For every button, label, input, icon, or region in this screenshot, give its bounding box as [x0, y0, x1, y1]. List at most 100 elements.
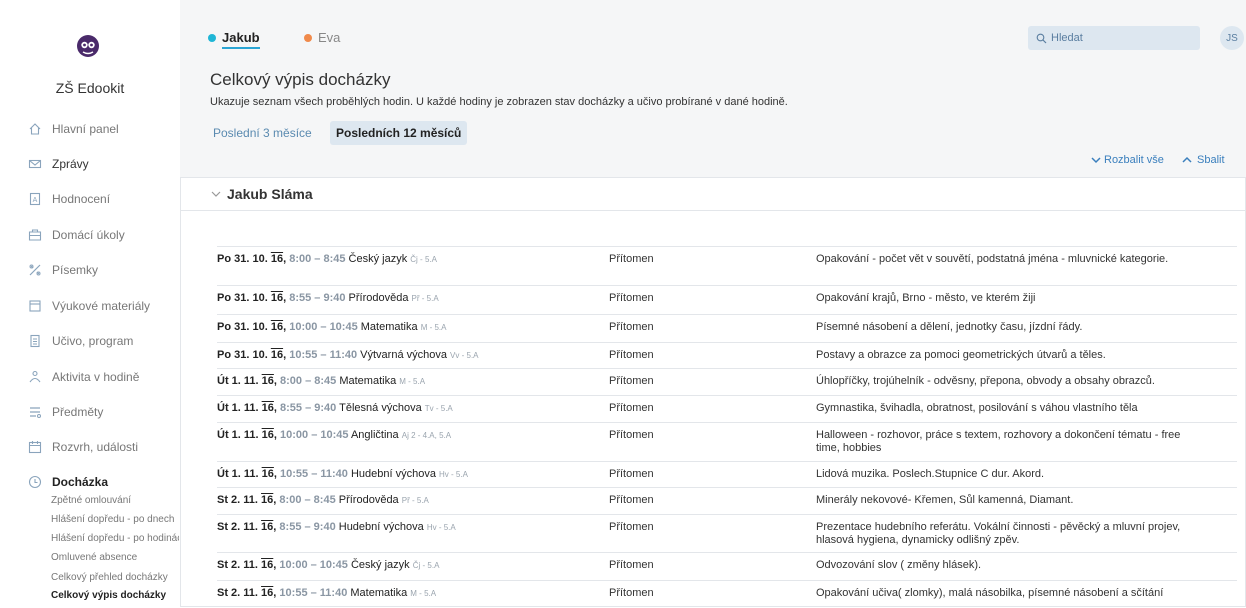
lesson-row: St 2. 11. 16, 10:55 – 11:40 Matematika M… — [217, 580, 1237, 608]
lesson-row: Po 31. 10. 16, 8:00 – 8:45 Český jazyk Č… — [217, 246, 1237, 285]
lesson-info: Po 31. 10. 16, 8:00 – 8:45 Český jazyk Č… — [217, 253, 437, 265]
nav-label: Hlavní panel — [52, 122, 119, 136]
nav-dashboard[interactable]: Hlavní panel — [28, 121, 119, 137]
expand-all-button[interactable]: Rozbalit vše — [1091, 154, 1164, 166]
lesson-row: St 2. 11. 16, 8:55 – 9:40 Hudební výchov… — [217, 514, 1237, 552]
child-name: Jakub — [222, 30, 260, 45]
child-color-dot — [208, 33, 216, 42]
lesson-row: Út 1. 11. 16, 10:00 – 10:45 Angličtina A… — [217, 422, 1237, 461]
materials-icon — [29, 300, 41, 312]
attendance-status: Přítomen — [609, 559, 654, 571]
nav-attendance[interactable]: Docházka — [28, 474, 108, 490]
nav-materials[interactable]: Výukové materiály — [28, 298, 150, 314]
lesson-time: 10:00 – 10:45 — [280, 429, 349, 441]
page-title: Celkový výpis docházky — [210, 70, 391, 89]
lesson-info: St 2. 11. 16, 10:00 – 10:45 Český jazyk … — [217, 559, 440, 571]
search-icon — [1036, 33, 1047, 43]
lesson-time: 8:55 – 9:40 — [289, 292, 346, 304]
subnav-attendance-list[interactable]: Celkový výpis docházky — [51, 590, 179, 601]
lesson-topic: Odvozování slov ( změny hlásek). — [816, 559, 982, 571]
lesson-year: 16 — [261, 468, 274, 480]
lesson-meta: M - 5.A — [399, 377, 426, 386]
nav-grades[interactable]: A Hodnocení — [28, 191, 110, 207]
nav-label: Rozvrh, události — [52, 440, 139, 454]
lesson-day: St 2. 11. — [217, 559, 258, 571]
lesson-meta: Vv - 5.A — [450, 351, 479, 360]
nav-messages[interactable]: Zprávy — [28, 156, 89, 172]
lesson-meta: Tv - 5.A — [424, 404, 453, 413]
attendance-status: Přítomen — [609, 349, 654, 361]
attendance-status: Přítomen — [609, 253, 654, 265]
lesson-time: 10:55 – 11:40 — [289, 349, 358, 361]
lesson-year: 16 — [261, 587, 274, 599]
lesson-year: 16 — [261, 494, 274, 506]
lesson-day: St 2. 11. — [217, 587, 258, 599]
lesson-meta: Čj - 5.A — [410, 255, 437, 264]
attendance-status: Přítomen — [609, 292, 654, 304]
nav-label: Aktivita v hodině — [52, 370, 140, 384]
lesson-year: 16 — [261, 375, 274, 387]
lesson-day: Út 1. 11. — [217, 429, 259, 441]
subnav-advance-days[interactable]: Hlášení dopředu - po dnech — [51, 514, 179, 525]
collapse-all-label: Sbalit — [1197, 154, 1225, 166]
top-bar: Jakub Eva Hledat JS — [180, 0, 1246, 50]
period-12-months[interactable]: Posledních 12 měsíců — [330, 121, 468, 145]
search-input[interactable]: Hledat — [1028, 26, 1200, 50]
lesson-info: St 2. 11. 16, 10:55 – 11:40 Matematika M… — [217, 587, 437, 599]
nav-tests[interactable]: Písemky — [28, 262, 98, 278]
attendance-status: Přítomen — [609, 587, 654, 599]
lesson-info: Út 1. 11. 16, 10:55 – 11:40 Hudební vých… — [217, 468, 468, 480]
lesson-year: 16 — [261, 559, 274, 571]
clock-icon — [28, 475, 42, 489]
lesson-row: Po 31. 10. 16, 10:00 – 10:45 Matematika … — [217, 314, 1237, 342]
nav-label: Učivo, program — [52, 334, 134, 348]
search-placeholder: Hledat — [1051, 32, 1083, 44]
activity-icon — [29, 370, 41, 383]
child-tab-jakub[interactable]: Jakub — [208, 30, 260, 49]
subnav-attendance-overview[interactable]: Celkový přehled docházky — [51, 572, 179, 583]
student-card: Jakub Sláma Po 31. 10. 16, 8:00 – 8:45 Č… — [180, 177, 1246, 607]
nav-subjects[interactable]: Předměty — [28, 404, 103, 420]
lesson-subject: Výtvarná výchova — [360, 349, 447, 361]
nav-label: Výukové materiály — [52, 299, 151, 313]
collapse-all-button[interactable]: Sbalit — [1182, 154, 1225, 166]
lesson-day: Út 1. 11. — [217, 402, 259, 414]
subnav-advance-lessons[interactable]: Hlášení dopředu - po hodinách — [51, 533, 179, 544]
lesson-subject: Hudební výchova — [338, 521, 424, 533]
period-3-months[interactable]: Poslední 3 měsíce — [207, 121, 318, 145]
nav-label: Předměty — [52, 405, 104, 419]
calendar-icon — [28, 441, 42, 454]
subjects-icon — [30, 407, 41, 418]
nav-curriculum[interactable]: Učivo, program — [28, 333, 133, 349]
nav-label: Docházka — [52, 475, 109, 489]
lesson-topic: Lidová muzika. Poslech.Stupnice C dur. A… — [816, 468, 1045, 480]
nav-label: Domácí úkoly — [52, 228, 125, 242]
nav-activity[interactable]: Aktivita v hodině — [28, 369, 139, 385]
chevron-down-icon — [211, 191, 221, 197]
lesson-time: 8:00 – 8:45 — [279, 494, 336, 506]
homework-icon — [28, 229, 42, 241]
avatar[interactable]: JS — [1220, 26, 1244, 50]
lesson-info: Po 31. 10. 16, 10:00 – 10:45 Matematika … — [217, 321, 447, 333]
school-name: ZŠ Edookit — [55, 80, 125, 96]
attendance-status: Přítomen — [609, 521, 654, 533]
lesson-info: Út 1. 11. 16, 8:55 – 9:40 Tělesná výchov… — [217, 402, 453, 414]
student-header[interactable]: Jakub Sláma — [181, 178, 1246, 211]
lesson-topic: Písemné násobení a dělení, jednotky času… — [816, 321, 1083, 333]
lesson-topic: Postavy a obrazce za pomoci geometrickýc… — [816, 349, 1106, 361]
lesson-topic: Opakování učiva( zlomky), malá násobilka… — [816, 587, 1164, 599]
nav-label: Zprávy — [52, 157, 89, 171]
grade-icon: A — [29, 192, 41, 206]
nav-homework[interactable]: Domácí úkoly — [28, 227, 125, 243]
student-name: Jakub Sláma — [227, 186, 313, 202]
subnav-excused-absences[interactable]: Omluvené absence — [51, 552, 179, 563]
subnav-retro-excuse[interactable]: Zpětné omlouvání — [51, 495, 179, 506]
lesson-info: Út 1. 11. 16, 8:00 – 8:45 Matematika M -… — [217, 375, 426, 387]
lesson-time: 8:00 – 8:45 — [280, 375, 337, 387]
test-icon — [29, 264, 41, 276]
nav-schedule[interactable]: Rozvrh, události — [28, 439, 138, 455]
lesson-year: 16 — [270, 253, 284, 265]
child-tab-eva[interactable]: Eva — [304, 30, 340, 45]
lesson-meta: Př - 5.A — [401, 496, 429, 505]
child-color-dot — [304, 33, 312, 42]
